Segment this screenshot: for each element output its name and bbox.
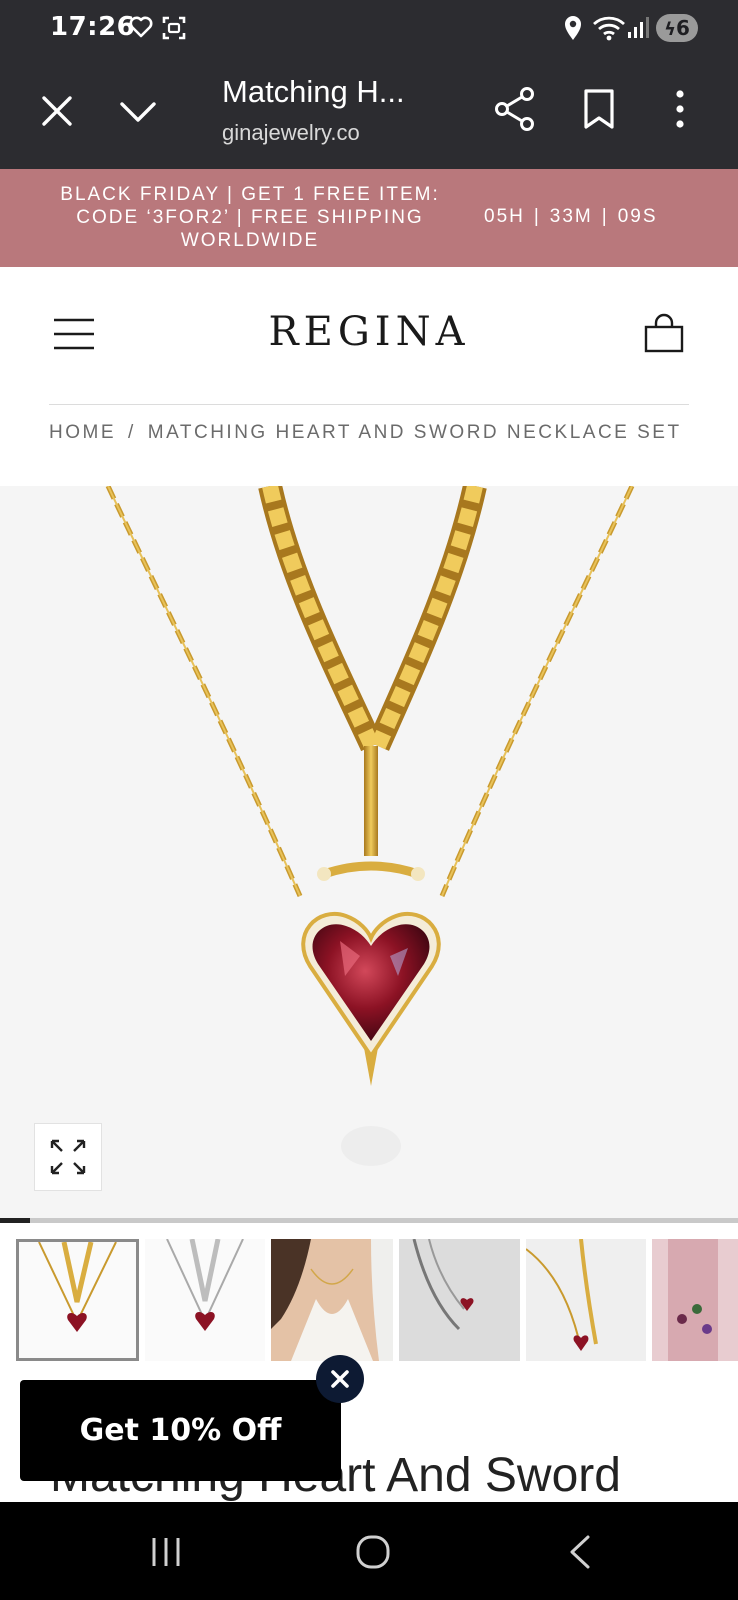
product-main-image[interactable]	[0, 486, 738, 1218]
countdown-seconds: 09S	[617, 206, 658, 227]
countdown-separator: |	[533, 206, 541, 227]
thumbnail-image	[399, 1239, 520, 1361]
promo-text: BLACK FRIDAY | GET 1 FREE ITEM: CODE ‘3F…	[60, 184, 440, 251]
browser-url[interactable]: ginajewelry.co	[222, 120, 360, 146]
countdown-separator: |	[601, 206, 609, 227]
thumbnail-silver-necklace-set[interactable]	[145, 1239, 265, 1361]
breadcrumb: HOME / MATCHING HEART AND SWORD NECKLACE S…	[49, 421, 699, 445]
share-icon	[495, 87, 534, 131]
minimize-button[interactable]	[118, 94, 158, 135]
countdown-minutes: 33M	[549, 206, 593, 227]
gallery-progress-fill	[0, 1218, 30, 1223]
close-icon	[331, 1370, 349, 1388]
recent-apps-icon	[152, 1538, 180, 1566]
battery-level: 6	[675, 16, 690, 40]
cart-button[interactable]	[644, 313, 684, 358]
recent-apps-button[interactable]	[148, 1536, 184, 1573]
signal-icon	[626, 14, 652, 47]
chevron-down-icon	[120, 102, 156, 122]
thumbnail-model-wearing-necklace[interactable]	[271, 1239, 393, 1361]
status-time: 17:26	[50, 12, 136, 42]
expand-icon	[50, 1139, 86, 1175]
more-vertical-icon	[676, 90, 684, 128]
site-header: REGINA	[0, 267, 738, 405]
thumbnail-image	[38, 1242, 117, 1332]
thumbnail-image	[652, 1239, 738, 1361]
breadcrumb-home[interactable]: HOME	[49, 422, 116, 443]
close-icon	[42, 96, 72, 126]
header-divider	[49, 404, 689, 405]
bookmark-button[interactable]	[582, 88, 616, 135]
thumbnail-image	[271, 1239, 393, 1361]
share-button[interactable]	[494, 86, 536, 137]
gallery-progress	[0, 1218, 738, 1223]
discount-popup-button[interactable]: Get 10% Off	[20, 1380, 341, 1481]
necklace-image	[105, 486, 635, 1166]
battery-charging-icon: ϟ6	[656, 14, 698, 42]
countdown-timer: 05H | 33M | 09S	[484, 206, 658, 228]
thumbnail-gold-necklace-on-fur[interactable]	[526, 1239, 646, 1361]
brand-logo[interactable]: REGINA	[0, 309, 738, 355]
bookmark-icon	[584, 89, 614, 129]
thumbnail-silver-necklace-on-fur[interactable]	[399, 1239, 520, 1361]
thumbnail-image	[166, 1239, 244, 1331]
thumbnail-gold-necklace-set[interactable]	[16, 1239, 139, 1361]
breadcrumb-current: MATCHING HEART AND SWORD NECKLACE SET	[147, 422, 682, 443]
promo-banner: BLACK FRIDAY | GET 1 FREE ITEM: CODE ‘3F…	[0, 169, 738, 267]
browser-toolbar: Matching H... ginajewelry.co	[0, 58, 738, 169]
more-options-button[interactable]	[670, 88, 690, 135]
expand-image-button[interactable]	[34, 1123, 102, 1191]
shopping-bag-icon	[644, 313, 684, 353]
status-bar: 17:26 ϟ6	[0, 0, 738, 58]
breadcrumb-separator: /	[128, 422, 136, 443]
close-tab-button[interactable]	[38, 92, 76, 135]
back-button[interactable]	[566, 1534, 594, 1575]
screen: 17:26 ϟ6 Matching H... ginajewelry.co BL…	[0, 0, 738, 1600]
thumbnail-image	[526, 1239, 646, 1361]
screenshot-icon	[160, 14, 188, 47]
location-icon	[562, 14, 584, 47]
thumbnail-necklace-collection-card[interactable]	[652, 1239, 738, 1361]
thumbnail-strip	[0, 1239, 738, 1365]
system-nav-bar	[0, 1502, 738, 1600]
home-button[interactable]	[355, 1534, 391, 1575]
home-icon	[356, 1535, 390, 1569]
wifi-icon	[592, 14, 626, 47]
countdown-hours: 05H	[484, 206, 525, 227]
heart-outline-icon	[128, 14, 154, 45]
back-icon	[570, 1535, 590, 1569]
popup-close-button[interactable]	[316, 1355, 364, 1403]
browser-page-title[interactable]: Matching H...	[222, 74, 405, 110]
